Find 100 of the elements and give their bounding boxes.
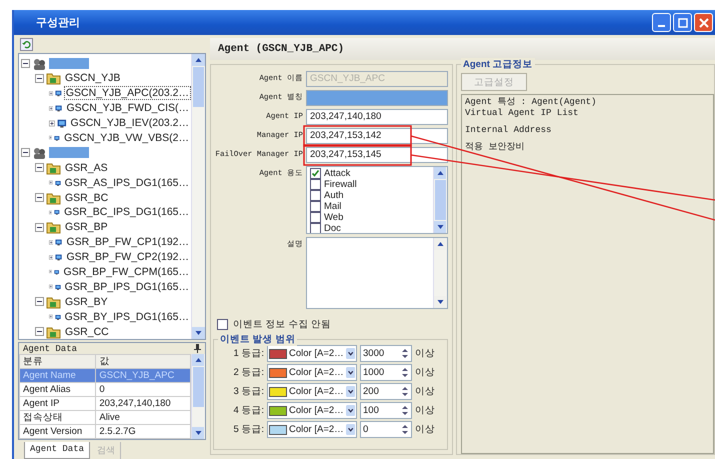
- checkbox[interactable]: [310, 223, 321, 233]
- number-spinner[interactable]: 1000: [360, 364, 412, 381]
- expand-icon[interactable]: [49, 88, 54, 98]
- arrow-down-icon[interactable]: [434, 221, 446, 233]
- table-cell: Agent Version: [20, 424, 96, 438]
- arrow-down-icon[interactable]: [192, 327, 205, 339]
- checkbox[interactable]: [217, 319, 228, 330]
- scroll-thumb[interactable]: [193, 367, 204, 407]
- input-field[interactable]: 203,247,153,145: [306, 147, 448, 163]
- spinner-arrows-icon[interactable]: [401, 347, 409, 360]
- minimize-button[interactable]: [652, 13, 671, 32]
- table-row[interactable]: Agent IP 203,247,140,180: [20, 396, 190, 410]
- expand-icon[interactable]: [49, 238, 54, 247]
- input-field[interactable]: 203,247,153,142: [306, 128, 448, 144]
- expand-icon[interactable]: [49, 312, 53, 322]
- expand-icon[interactable]: [49, 133, 52, 142]
- checkbox-label: Mail: [324, 201, 342, 212]
- collapse-icon[interactable]: [21, 148, 30, 158]
- checkbox[interactable]: [310, 168, 321, 179]
- close-icon: [698, 18, 708, 28]
- arrow-up-icon[interactable]: [192, 354, 204, 366]
- column-header: 분류: [20, 354, 96, 368]
- table-row[interactable]: Agent Version 2.5.2.7G: [20, 424, 190, 438]
- tree-item[interactable]: GSR_CC: [63, 324, 111, 339]
- checkbox[interactable]: [310, 201, 321, 212]
- tree-item[interactable]: GSR_BC_IPS_DG1(165…: [62, 205, 191, 220]
- arrow-up-icon[interactable]: [434, 167, 446, 179]
- level-label: 5 등급:: [232, 423, 264, 436]
- number-spinner[interactable]: 0: [360, 421, 412, 438]
- info-text: Internal Address: [465, 125, 552, 136]
- dropdown-value: Color [A=2…: [289, 386, 344, 397]
- tree-item[interactable]: GSCN_YJB_FWD_CIS(…: [64, 101, 191, 116]
- column-header: 값: [96, 354, 190, 368]
- spinner-arrows-icon[interactable]: [401, 385, 409, 398]
- suffix-label: 이상: [415, 366, 435, 379]
- table-row[interactable]: 접속상태 Alive: [20, 410, 190, 424]
- folder-icon: [46, 324, 61, 339]
- expand-icon[interactable]: [49, 178, 53, 188]
- spinner-arrows-icon[interactable]: [401, 404, 409, 417]
- number-spinner[interactable]: 200: [360, 383, 412, 400]
- dropdown-value: Color [A=2…: [289, 367, 344, 378]
- expand-icon[interactable]: [49, 282, 53, 292]
- tree-item[interactable]: GSR_BY: [63, 294, 110, 309]
- tree-item[interactable]: GSR_AS_IPS_DG1(165…: [62, 176, 191, 190]
- people-icon: [32, 56, 47, 71]
- tab[interactable]: Agent Data: [24, 442, 90, 459]
- collapse-icon[interactable]: [35, 327, 44, 336]
- expand-icon[interactable]: [49, 118, 55, 128]
- scroll-thumb[interactable]: [193, 67, 204, 108]
- expand-icon[interactable]: [49, 252, 54, 262]
- arrow-up-icon[interactable]: [192, 54, 205, 66]
- collapse-icon[interactable]: [35, 193, 44, 202]
- collapse-icon[interactable]: [35, 163, 44, 172]
- tree-item[interactable]: GSR_BC: [63, 190, 110, 205]
- level-label: 3 등급:: [232, 385, 264, 398]
- number-spinner[interactable]: 100: [360, 402, 412, 419]
- tree-item[interactable]: GSR_BP_IPS_DG1(165…: [62, 280, 191, 294]
- input-field[interactable]: [306, 90, 448, 106]
- checkbox[interactable]: [310, 179, 321, 190]
- tree-item[interactable]: GSCN_YJB: [63, 71, 122, 86]
- collapse-icon[interactable]: [35, 74, 44, 83]
- tree-item[interactable]: GSR_BY_IPS_DG1(165…: [62, 310, 191, 324]
- refresh-icon[interactable]: [20, 38, 33, 51]
- tree-item[interactable]: GSCN_YJB_IEV(203.2…: [68, 116, 191, 130]
- color-dropdown[interactable]: Color [A=2…: [267, 364, 357, 381]
- spinner-arrows-icon[interactable]: [401, 423, 409, 436]
- color-dropdown[interactable]: Color [A=2…: [267, 345, 357, 362]
- arrow-down-icon[interactable]: [192, 427, 204, 439]
- scrollbar[interactable]: [433, 167, 447, 233]
- table-row[interactable]: Agent Alias 0: [20, 382, 190, 396]
- panel-title: Agent Data: [23, 344, 78, 354]
- collapse-icon[interactable]: [35, 297, 44, 306]
- maximize-button[interactable]: [673, 13, 692, 32]
- input-field[interactable]: 203,247,140,180: [306, 109, 448, 125]
- table-cell: Agent Alias: [20, 382, 96, 396]
- scrollbar[interactable]: [191, 354, 205, 439]
- color-dropdown[interactable]: Color [A=2…: [267, 402, 357, 419]
- tree-item[interactable]: GSCN_YJB_VW_VBS(2…: [62, 130, 191, 145]
- expand-icon[interactable]: [49, 208, 52, 217]
- number-spinner[interactable]: 3000: [360, 345, 412, 362]
- close-button[interactable]: [694, 13, 713, 32]
- scroll-thumb[interactable]: [435, 180, 446, 220]
- tree-item[interactable]: GSCN_YJB_APC(203.2…: [64, 86, 191, 100]
- checkbox[interactable]: [310, 212, 321, 223]
- tree-item[interactable]: GSR_BP_FW_CPM(165…: [62, 264, 191, 279]
- tree-item[interactable]: GSR_BP_FW_CP1(192…: [64, 235, 191, 250]
- minimize-icon: [658, 24, 665, 26]
- tree-item[interactable]: GSR_BP: [63, 220, 110, 234]
- expand-icon[interactable]: [49, 104, 54, 113]
- pin-icon[interactable]: [194, 344, 201, 353]
- spinner-arrows-icon[interactable]: [401, 366, 409, 379]
- tree-item[interactable]: GSR_AS: [63, 160, 110, 175]
- tree-item[interactable]: GSR_BP_FW_CP2(192…: [64, 250, 191, 264]
- checkbox[interactable]: [310, 190, 321, 201]
- color-dropdown[interactable]: Color [A=2…: [267, 421, 357, 438]
- table-cell: 접속상태: [20, 410, 96, 424]
- color-dropdown[interactable]: Color [A=2…: [267, 383, 357, 400]
- collapse-icon[interactable]: [35, 222, 44, 232]
- collapse-icon[interactable]: [21, 59, 30, 68]
- scrollbar[interactable]: [191, 54, 205, 339]
